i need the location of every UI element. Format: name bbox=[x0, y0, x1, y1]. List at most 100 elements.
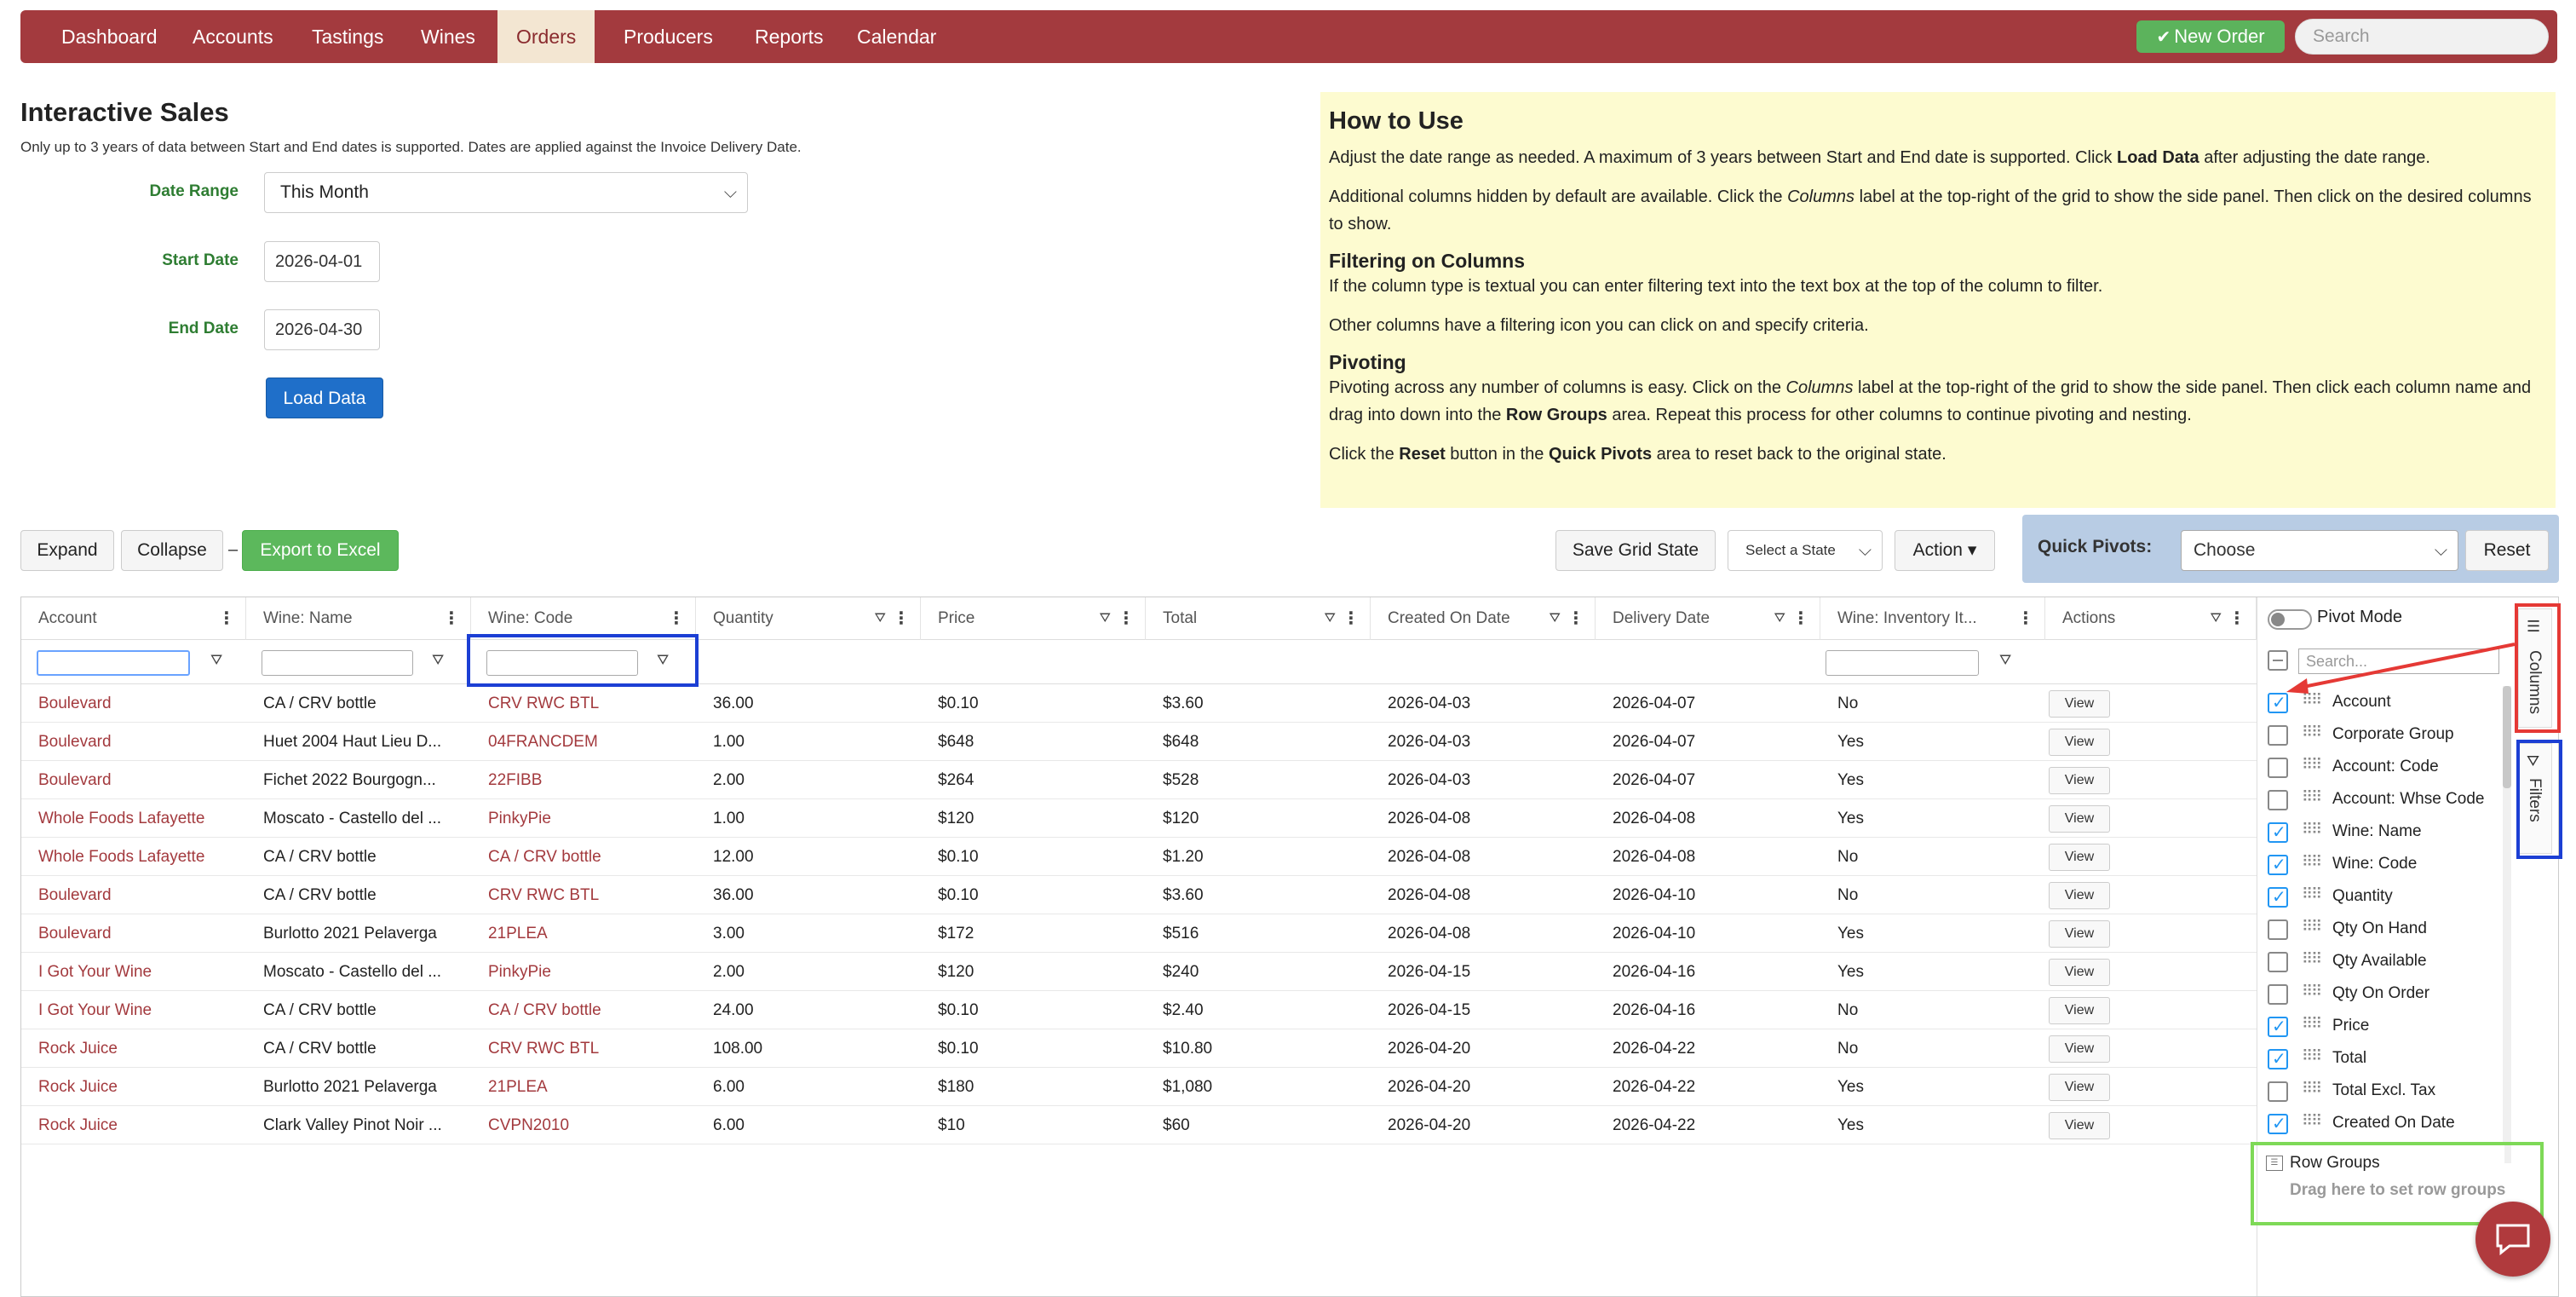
column-checkbox[interactable] bbox=[2268, 854, 2288, 875]
column-list-item[interactable]: ⠿⠿ Qty On Order bbox=[2257, 977, 2504, 1010]
load-data-button[interactable]: Load Data bbox=[266, 378, 383, 418]
view-button[interactable]: View bbox=[2049, 1074, 2110, 1101]
view-button[interactable]: View bbox=[2049, 959, 2110, 986]
cell-wine-code[interactable]: PinkyPie bbox=[471, 953, 693, 991]
new-order-button[interactable]: ✔ New Order bbox=[2136, 20, 2285, 53]
column-list-item[interactable]: ⠿⠿ Total bbox=[2257, 1042, 2504, 1075]
column-checkbox[interactable] bbox=[2268, 886, 2288, 908]
column-checkbox[interactable] bbox=[2268, 1081, 2288, 1102]
quick-pivots-reset-button[interactable]: Reset bbox=[2465, 530, 2549, 571]
column-list-item[interactable]: ⠿⠿ Account bbox=[2257, 686, 2504, 718]
filter-icon[interactable]: ⛛ bbox=[1774, 597, 1785, 640]
account-filter-input[interactable] bbox=[37, 650, 190, 676]
cell-account[interactable]: Boulevard bbox=[21, 914, 243, 953]
cell-account[interactable]: Boulevard bbox=[21, 723, 243, 761]
menu-icon[interactable]: ⋮ bbox=[1343, 597, 1360, 640]
filter-icon[interactable]: ⛛ bbox=[657, 652, 669, 669]
header-total[interactable]: Total ⛛ ⋮ bbox=[1146, 597, 1371, 640]
wine-code-filter-input[interactable] bbox=[486, 650, 638, 676]
filter-icon[interactable]: ⛛ bbox=[432, 652, 444, 669]
cell-account[interactable]: Whole Foods Lafayette bbox=[21, 838, 243, 876]
nav-tastings[interactable]: Tastings bbox=[293, 10, 402, 63]
chat-button[interactable] bbox=[2475, 1202, 2550, 1277]
menu-icon[interactable]: ⋮ bbox=[2228, 597, 2245, 640]
header-wine-code[interactable]: Wine: Code ⋮ bbox=[471, 597, 696, 640]
cell-wine-code[interactable]: 22FIBB bbox=[471, 761, 693, 799]
column-list-item[interactable]: ⠿⠿ Wine: Name bbox=[2257, 816, 2504, 848]
cell-account[interactable]: Rock Juice bbox=[21, 1029, 243, 1068]
nav-dashboard[interactable]: Dashboard bbox=[43, 10, 176, 63]
cell-wine-code[interactable]: CRV RWC BTL bbox=[471, 1029, 693, 1068]
cell-wine-code[interactable]: 04FRANCDEM bbox=[471, 723, 693, 761]
header-quantity[interactable]: Quantity ⛛ ⋮ bbox=[696, 597, 921, 640]
header-created-on-date[interactable]: Created On Date ⛛ ⋮ bbox=[1371, 597, 1596, 640]
view-button[interactable]: View bbox=[2049, 1112, 2110, 1139]
column-list-item[interactable]: ⠿⠿ Account: Code bbox=[2257, 751, 2504, 783]
view-button[interactable]: View bbox=[2049, 920, 2110, 948]
header-account[interactable]: Account ⋮ bbox=[21, 597, 246, 640]
column-checkbox[interactable] bbox=[2268, 821, 2288, 843]
menu-icon[interactable]: ⋮ bbox=[668, 597, 685, 640]
header-actions[interactable]: Actions ⛛ ⋮ bbox=[2045, 597, 2257, 640]
inventory-item-filter-input[interactable] bbox=[1826, 650, 1979, 676]
drag-handle-icon[interactable]: ⠿⠿ bbox=[2302, 853, 2322, 871]
wine-name-filter-input[interactable] bbox=[262, 650, 413, 676]
view-button[interactable]: View bbox=[2049, 690, 2110, 718]
menu-icon[interactable]: ⋮ bbox=[218, 597, 235, 640]
drag-handle-icon[interactable]: ⠿⠿ bbox=[2302, 691, 2322, 709]
columns-tool-tab[interactable]: ☰ Columns bbox=[2518, 608, 2552, 728]
start-date-input[interactable]: 2026-04-01 bbox=[264, 241, 380, 282]
drag-handle-icon[interactable]: ⠿⠿ bbox=[2302, 918, 2322, 936]
columns-search-input[interactable] bbox=[2298, 648, 2499, 674]
filter-icon[interactable]: ⛛ bbox=[1550, 597, 1561, 640]
drag-handle-icon[interactable]: ⠿⠿ bbox=[2302, 756, 2322, 774]
view-button[interactable]: View bbox=[2049, 844, 2110, 871]
drag-handle-icon[interactable]: ⠿⠿ bbox=[2302, 1080, 2322, 1098]
cell-wine-code[interactable]: 21PLEA bbox=[471, 914, 693, 953]
cell-account[interactable]: Boulevard bbox=[21, 876, 243, 914]
filter-icon[interactable]: ⛛ bbox=[875, 597, 886, 640]
nav-reports[interactable]: Reports bbox=[736, 10, 842, 63]
filter-icon[interactable]: ⛛ bbox=[2211, 597, 2222, 640]
select-all-columns-checkbox[interactable] bbox=[2268, 650, 2288, 671]
cell-wine-code[interactable]: CRV RWC BTL bbox=[471, 876, 693, 914]
column-checkbox[interactable] bbox=[2268, 1113, 2288, 1134]
cell-account[interactable]: I Got Your Wine bbox=[21, 953, 243, 991]
header-wine-name[interactable]: Wine: Name ⋮ bbox=[246, 597, 471, 640]
drag-handle-icon[interactable]: ⠿⠿ bbox=[2302, 885, 2322, 903]
filter-icon[interactable]: ⛛ bbox=[1999, 652, 2011, 669]
menu-icon[interactable]: ⋮ bbox=[1792, 597, 1809, 640]
expand-button[interactable]: Expand bbox=[20, 530, 114, 571]
date-range-select[interactable]: This Month ⌵ bbox=[264, 172, 748, 213]
menu-icon[interactable]: ⋮ bbox=[443, 597, 460, 640]
cell-wine-code[interactable]: 21PLEA bbox=[471, 1068, 693, 1106]
column-checkbox[interactable] bbox=[2268, 1048, 2288, 1069]
drag-handle-icon[interactable]: ⠿⠿ bbox=[2302, 788, 2322, 806]
column-checkbox[interactable] bbox=[2268, 758, 2288, 778]
drag-handle-icon[interactable]: ⠿⠿ bbox=[2302, 983, 2322, 1000]
cell-wine-code[interactable]: CVPN2010 bbox=[471, 1106, 693, 1144]
column-list-item[interactable]: ⠿⠿ Corporate Group bbox=[2257, 718, 2504, 751]
nav-wines[interactable]: Wines bbox=[402, 10, 494, 63]
menu-icon[interactable]: ⋮ bbox=[2017, 597, 2034, 640]
cell-wine-code[interactable]: CRV RWC BTL bbox=[471, 684, 693, 723]
header-delivery-date[interactable]: Delivery Date ⛛ ⋮ bbox=[1596, 597, 1820, 640]
nav-calendar[interactable]: Calendar bbox=[838, 10, 955, 63]
column-checkbox[interactable] bbox=[2268, 984, 2288, 1005]
nav-accounts[interactable]: Accounts bbox=[174, 10, 292, 63]
drag-handle-icon[interactable]: ⠿⠿ bbox=[2302, 950, 2322, 968]
view-button[interactable]: View bbox=[2049, 882, 2110, 909]
column-checkbox[interactable] bbox=[2268, 725, 2288, 746]
drag-handle-icon[interactable]: ⠿⠿ bbox=[2302, 1112, 2322, 1130]
column-list-item[interactable]: ⠿⠿ Quantity bbox=[2257, 880, 2504, 913]
cell-account[interactable]: Rock Juice bbox=[21, 1106, 243, 1144]
nav-search-input[interactable] bbox=[2295, 19, 2549, 55]
view-button[interactable]: View bbox=[2049, 805, 2110, 833]
column-list-item[interactable]: ⠿⠿ Account: Whse Code bbox=[2257, 783, 2504, 816]
column-checkbox[interactable] bbox=[2268, 1016, 2288, 1037]
column-list-item[interactable]: ⠿⠿ Qty Available bbox=[2257, 945, 2504, 977]
cell-account[interactable]: Boulevard bbox=[21, 684, 243, 723]
filter-icon[interactable]: ⛛ bbox=[210, 652, 222, 669]
column-checkbox[interactable] bbox=[2268, 952, 2288, 972]
columns-scrollbar[interactable] bbox=[2503, 686, 2511, 1163]
